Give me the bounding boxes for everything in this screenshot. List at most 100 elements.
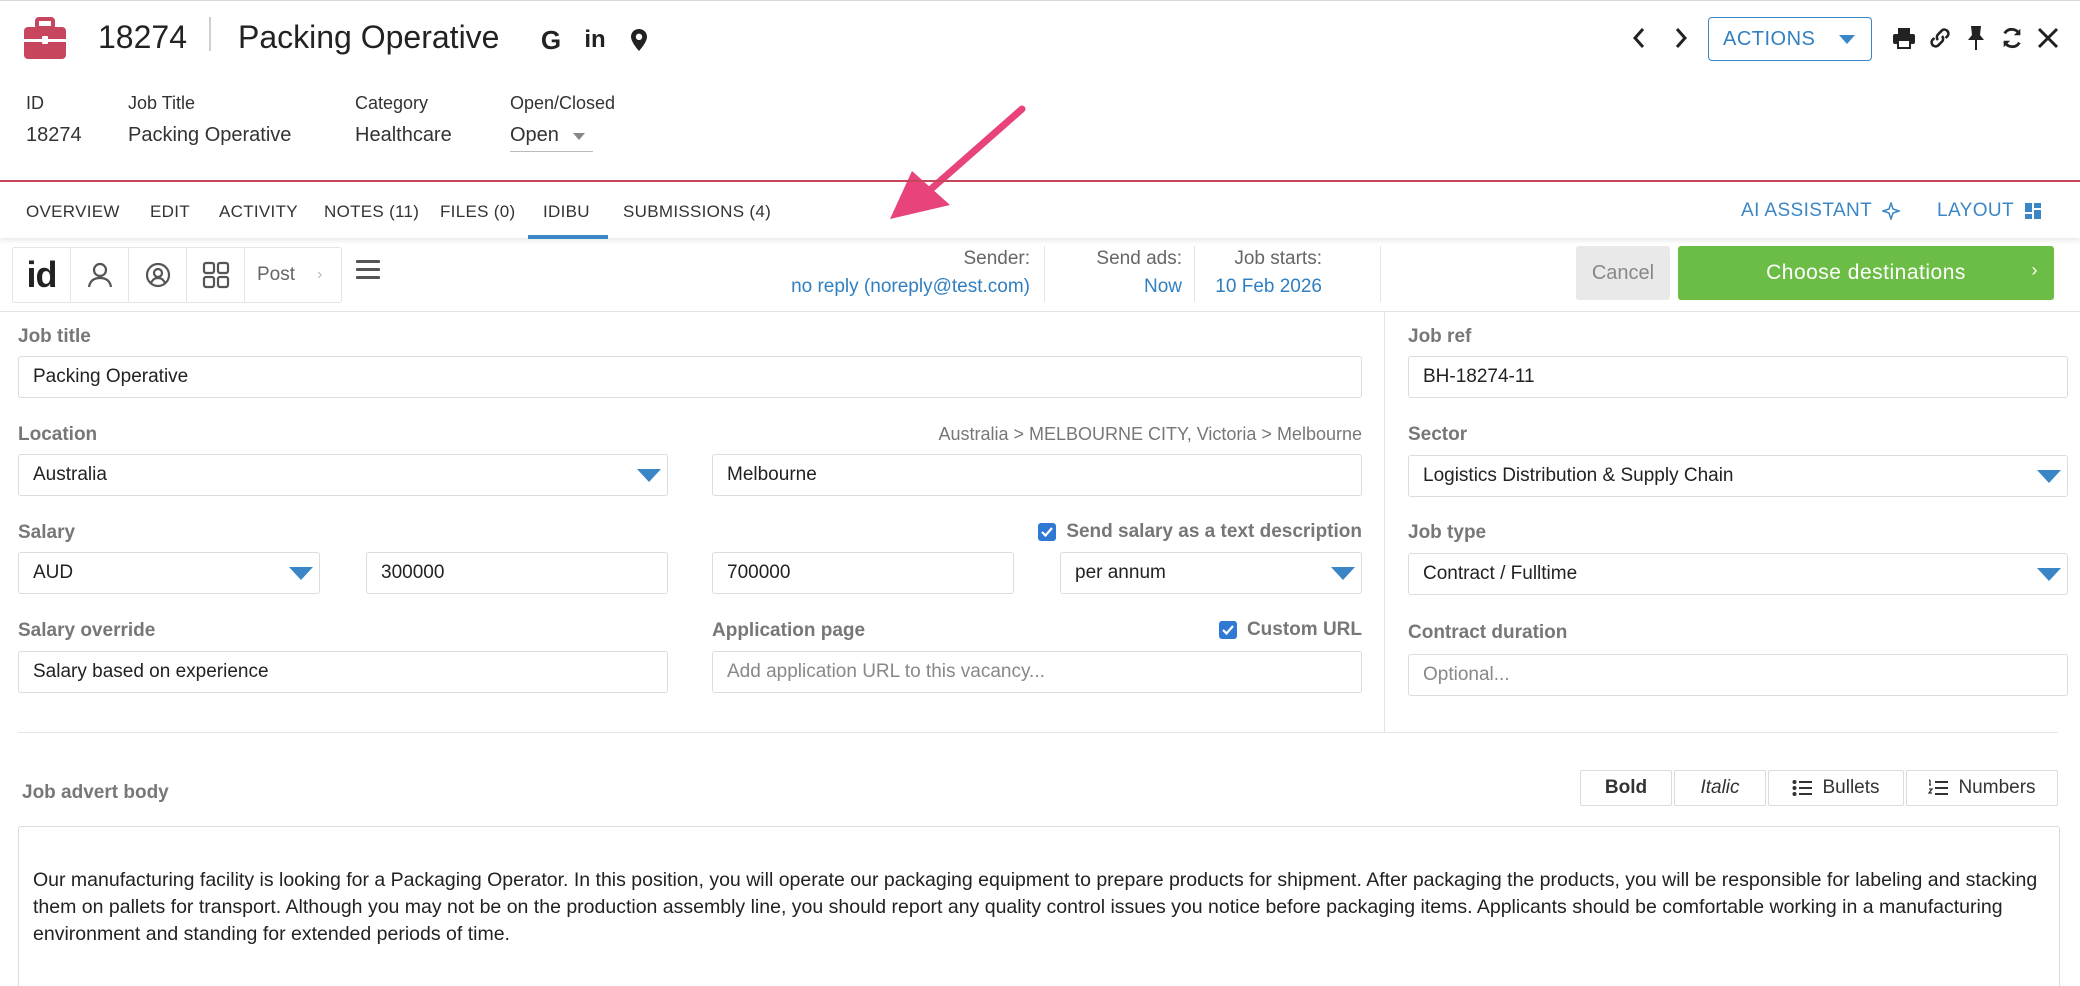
- checkbox-checked-icon: [1038, 523, 1057, 541]
- bulleted-list-icon: [1792, 780, 1813, 796]
- application-url-input[interactable]: Add application URL to this vacancy...: [712, 651, 1362, 693]
- contract-duration-label: Contract duration: [1408, 622, 1568, 643]
- idibu-logo-text: id: [26, 254, 58, 295]
- sector-value: Logistics Distribution & Supply Chain: [1423, 465, 1734, 486]
- ai-assistant-label: AI ASSISTANT: [1741, 200, 1873, 221]
- summary-status-label: Open/Closed: [510, 93, 616, 113]
- application-page-label: Application page: [712, 620, 866, 641]
- meta-divider: [1044, 246, 1045, 302]
- job-starts-value[interactable]: 10 Feb 2026: [1215, 276, 1322, 298]
- job-type-value: Contract / Fulltime: [1423, 563, 1578, 584]
- tab-submissions[interactable]: SUBMISSIONS (4): [623, 202, 771, 222]
- tab-activity[interactable]: ACTIVITY: [219, 202, 298, 222]
- cancel-button[interactable]: Cancel: [1576, 246, 1670, 300]
- numbered-list-icon: [1928, 779, 1949, 795]
- custom-url-checkbox[interactable]: Custom URL: [1218, 619, 1362, 641]
- summary-id-label: ID: [26, 93, 44, 113]
- summary-status: Open/Closed Open: [510, 93, 615, 152]
- actions-dropdown-button[interactable]: ACTIONS: [1708, 17, 1872, 61]
- summary-job-title-value: Packing Operative: [128, 124, 292, 146]
- idibu-logo[interactable]: id: [13, 248, 71, 302]
- refresh-icon[interactable]: [2000, 23, 2024, 53]
- sector-select[interactable]: Logistics Distribution & Supply Chain: [1408, 455, 2068, 497]
- tab-notes[interactable]: NOTES (11): [324, 202, 419, 222]
- bold-button[interactable]: Bold: [1580, 770, 1672, 806]
- advert-body-text: Our manufacturing facility is looking fo…: [33, 869, 2038, 945]
- location-label: Location: [18, 424, 98, 445]
- bullets-button[interactable]: Bullets: [1768, 770, 1904, 806]
- meta-divider: [1380, 246, 1381, 302]
- summary-category-value: Healthcare: [355, 124, 452, 146]
- link-icon[interactable]: [1928, 23, 1952, 53]
- idibu-toolbar: id Post › Sender: no reply (noreply@test…: [0, 240, 2080, 312]
- job-title-input[interactable]: Packing Operative: [18, 356, 1362, 398]
- summary-job-title-label: Job Title: [128, 93, 196, 113]
- format-toolbar: Bold Italic Bullets Numbers: [1580, 770, 2058, 806]
- grid-icon[interactable]: [187, 248, 245, 302]
- dropdown-caret-icon: [289, 567, 313, 580]
- status-select[interactable]: Open: [510, 124, 593, 152]
- title-divider: [209, 17, 211, 51]
- briefcase-icon: [24, 17, 66, 59]
- candidate-search-icon[interactable]: [129, 248, 187, 302]
- chevron-right-icon: ›: [317, 266, 323, 283]
- advert-body-editor[interactable]: Our manufacturing facility is looking fo…: [18, 826, 2060, 986]
- chevron-down-icon: [1839, 35, 1855, 44]
- currency-value: AUD: [33, 562, 74, 583]
- choose-destinations-button[interactable]: Choose destinations ›: [1678, 246, 2054, 300]
- record-header: 18274 Packing Operative G in ACTIONS ID …: [0, 0, 2080, 219]
- summary-category: Category Healthcare: [355, 93, 452, 147]
- tab-idibu[interactable]: IDIBU: [543, 202, 590, 222]
- active-tab-indicator: [528, 235, 608, 239]
- salary-override-input[interactable]: Salary based on experience: [18, 651, 668, 693]
- job-ref-label: Job ref: [1408, 326, 1472, 347]
- city-input[interactable]: Melbourne: [712, 454, 1362, 496]
- pin-icon[interactable]: [1964, 23, 1988, 53]
- sender-label: Sender:: [963, 248, 1030, 269]
- salary-label: Salary: [18, 522, 76, 543]
- contract-duration-input[interactable]: Optional...: [1408, 654, 2068, 696]
- send-ads-label: Send ads:: [1096, 248, 1182, 269]
- send-salary-text-checkbox[interactable]: Send salary as a text description: [1038, 521, 1362, 543]
- tab-overview[interactable]: OVERVIEW: [26, 202, 120, 222]
- tab-files[interactable]: FILES (0): [440, 202, 515, 222]
- send-ads-value[interactable]: Now: [1096, 276, 1182, 298]
- summary-id: ID 18274: [26, 93, 82, 147]
- job-type-select[interactable]: Contract / Fulltime: [1408, 553, 2068, 595]
- google-icon[interactable]: G: [538, 25, 564, 55]
- country-select[interactable]: Australia: [18, 454, 668, 496]
- map-pin-icon[interactable]: [626, 25, 652, 55]
- checkbox-checked-icon: [1218, 621, 1237, 639]
- close-icon[interactable]: [2036, 23, 2060, 53]
- salary-override-label: Salary override: [18, 620, 156, 641]
- section-divider: [18, 732, 2058, 733]
- ai-assistant-button[interactable]: AI ASSISTANT: [1741, 200, 1901, 222]
- dropdown-caret-icon: [2037, 568, 2061, 581]
- linkedin-icon[interactable]: in: [582, 25, 608, 55]
- user-icon[interactable]: [71, 248, 129, 302]
- custom-url-label: Custom URL: [1246, 619, 1362, 640]
- print-icon[interactable]: [1892, 23, 1916, 53]
- summary-id-value: 18274: [26, 124, 82, 146]
- job-ref-input[interactable]: BH-18274-11: [1408, 356, 2068, 398]
- send-ads-info: Send ads: Now: [1096, 248, 1182, 298]
- italic-button[interactable]: Italic: [1674, 770, 1766, 806]
- chevron-right-icon: ›: [2031, 260, 2038, 280]
- numbers-button[interactable]: Numbers: [1906, 770, 2058, 806]
- actions-label: ACTIONS: [1723, 27, 1816, 50]
- salary-period-select[interactable]: per annum: [1060, 552, 1362, 594]
- hamburger-menu-icon[interactable]: [356, 260, 380, 284]
- advert-body-label: Job advert body: [22, 782, 169, 803]
- previous-record-icon[interactable]: [1628, 23, 1650, 53]
- record-title: Packing Operative: [238, 19, 500, 55]
- post-step[interactable]: Post ›: [245, 248, 341, 302]
- bullets-label: Bullets: [1822, 777, 1880, 798]
- next-record-icon[interactable]: [1670, 23, 1692, 53]
- layout-button[interactable]: LAYOUT: [1937, 200, 2042, 222]
- currency-select[interactable]: AUD: [18, 552, 320, 594]
- salary-min-input[interactable]: 300000: [366, 552, 668, 594]
- sender-value[interactable]: no reply (noreply@test.com): [791, 276, 1030, 298]
- tab-edit[interactable]: EDIT: [150, 202, 190, 222]
- summary-job-title: Job Title Packing Operative: [128, 93, 291, 147]
- salary-max-input[interactable]: 700000: [712, 552, 1014, 594]
